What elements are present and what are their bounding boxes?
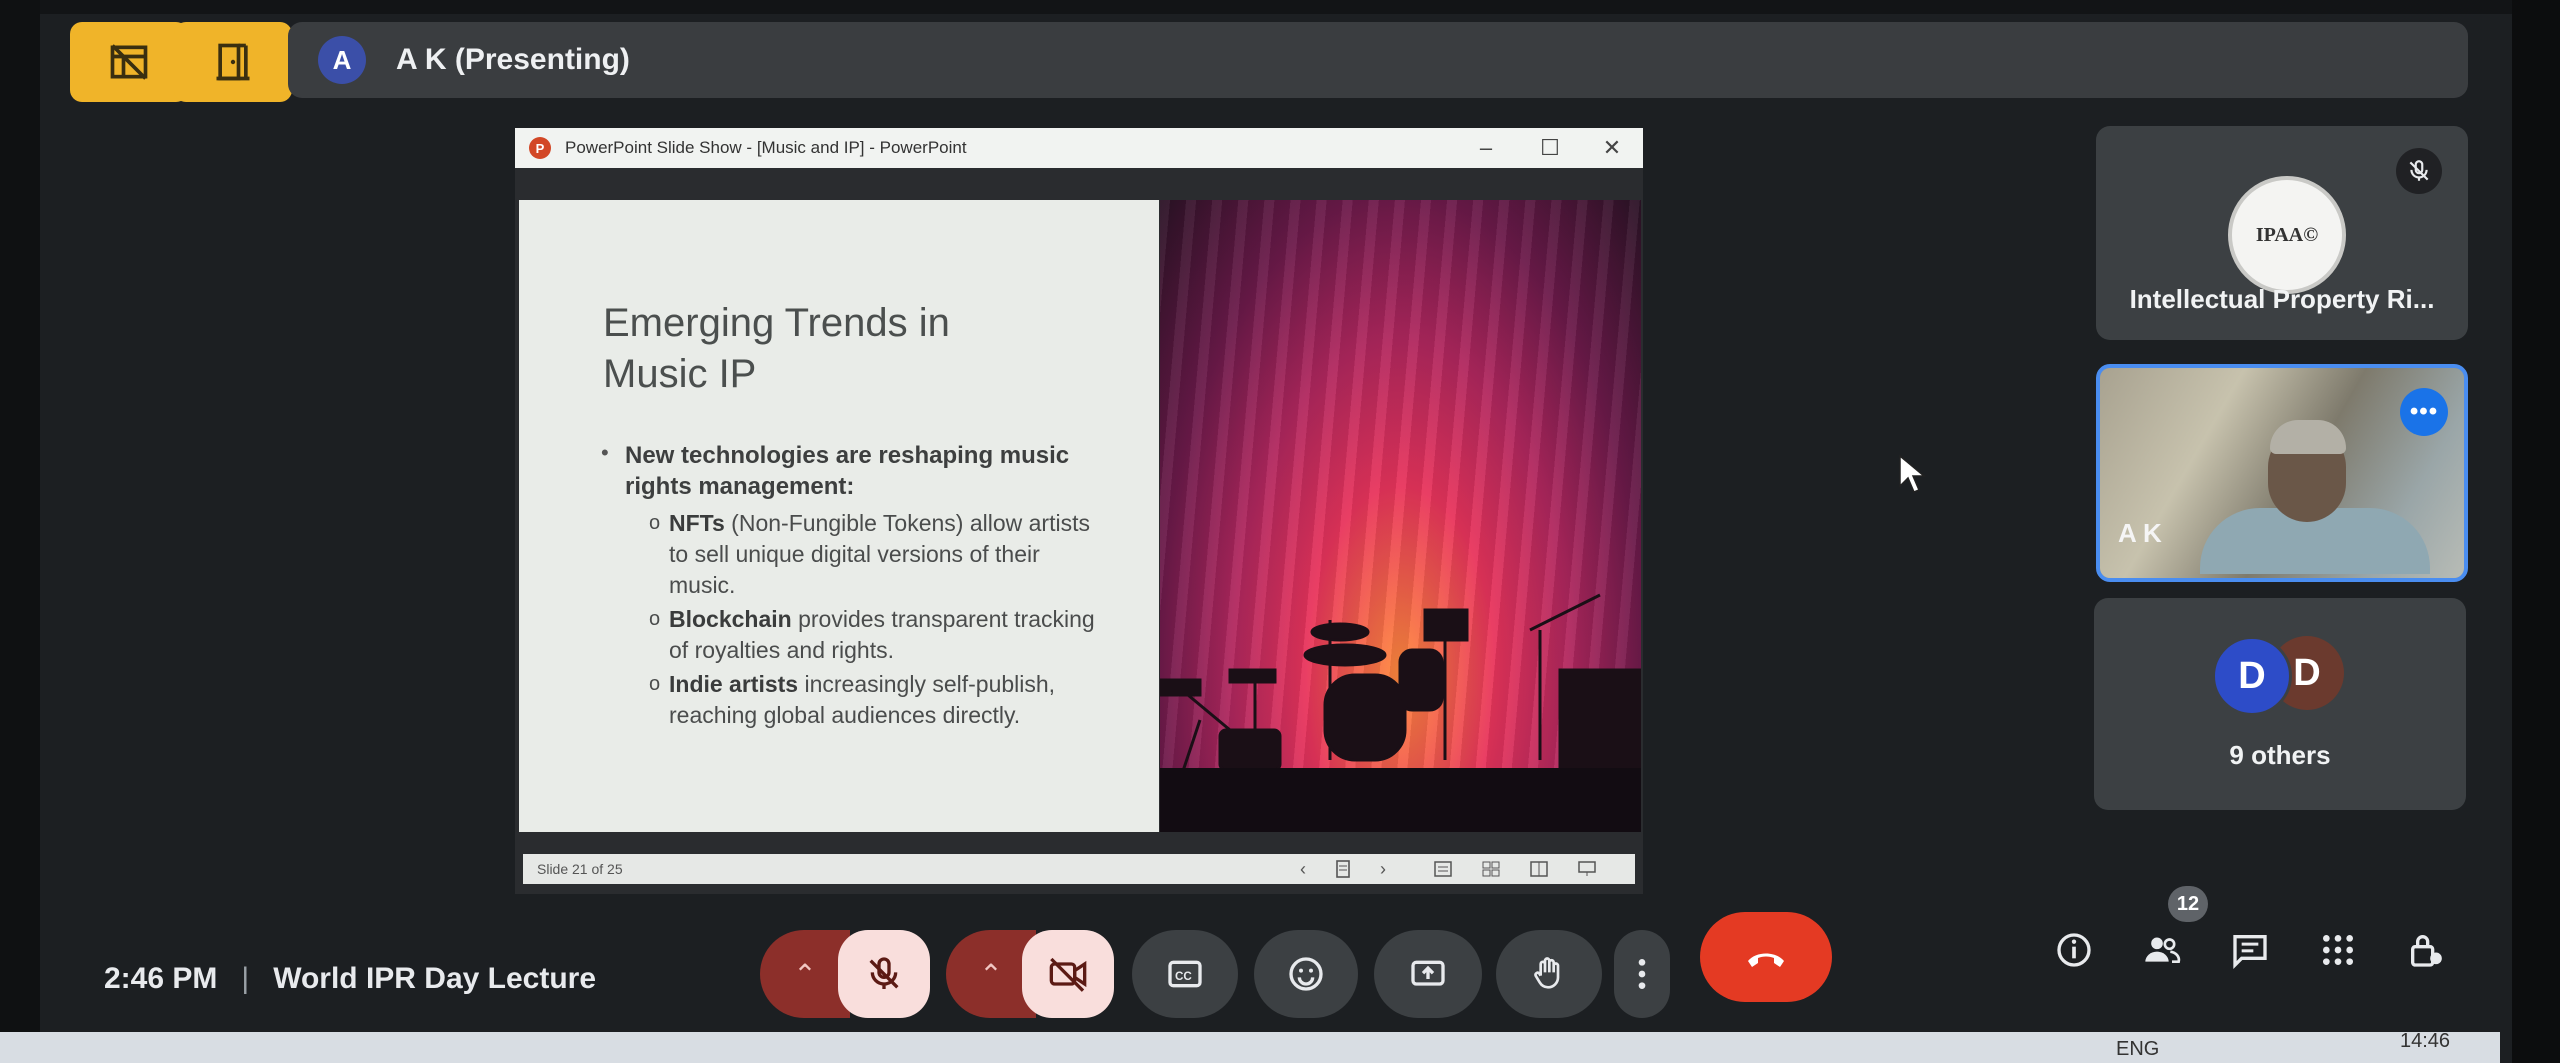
taskbar-clock[interactable]: 14:46 (2400, 1030, 2450, 1053)
participant-tile-organization[interactable]: IPAA© Intellectual Property Ri... (2096, 126, 2468, 340)
mic-muted-badge (2396, 148, 2442, 194)
sub-bullet-bold: NFTs (669, 510, 725, 536)
sub-bullet-bold: Indie artists (669, 671, 799, 697)
sub-bullet-bold: Blockchain (669, 606, 792, 632)
monitor-bezel-right (2512, 0, 2560, 1063)
main-bullet: New technologies are reshaping music rig… (625, 442, 1070, 500)
slide-sorter-button[interactable] (1471, 854, 1511, 884)
raise-hand-icon (1534, 957, 1560, 989)
hang-up-icon (1748, 953, 1784, 967)
door-exit-icon (216, 43, 250, 81)
slide-concert-image (1160, 200, 1641, 832)
emoji-icon (1289, 957, 1323, 991)
mic-off-icon (2409, 160, 2429, 181)
layout-off-button[interactable] (70, 22, 188, 102)
close-button[interactable]: ✕ (1583, 128, 1641, 168)
camera-off-icon (1049, 957, 1087, 992)
slide-text-panel: Emerging Trends in Music IP • New techno… (519, 200, 1159, 832)
monitor-bezel-top (0, 0, 2560, 14)
meeting-title: World IPR Day Lecture (273, 962, 597, 995)
people-icon (2145, 937, 2181, 963)
more-options-menu-button[interactable] (1614, 930, 1670, 1018)
reading-view-icon (1530, 861, 1548, 877)
powerpoint-logo-icon: P (529, 137, 551, 159)
raise-hand-button[interactable] (1496, 930, 1602, 1018)
microphone-toggle-button[interactable] (838, 930, 930, 1018)
participant-name: Intellectual Property Ri... (2129, 284, 2435, 314)
separator: | (241, 962, 250, 995)
current-time: 2:46 PM (104, 962, 218, 995)
info-icon (2057, 933, 2091, 967)
apps-grid-icon (2323, 935, 2353, 965)
organization-logo: IPAA© (2228, 176, 2346, 294)
present-screen-button[interactable] (1374, 930, 1482, 1018)
slide-menu-button[interactable] (1323, 854, 1363, 884)
sub-bullet-text: (Non-Fungible Tokens) allow artists to s… (669, 510, 1090, 598)
slide-menu-icon (1336, 860, 1350, 878)
participant-tile-speaker[interactable]: ••• A K (2096, 364, 2468, 582)
audio-options-button[interactable]: ⌃ (760, 930, 850, 1018)
slide-sorter-icon (1482, 861, 1500, 877)
maximize-button[interactable]: ☐ (1521, 128, 1579, 168)
participant-count-badge: 12 (2168, 886, 2208, 922)
reading-view-button[interactable] (1519, 854, 1559, 884)
sub-bullet-nfts: o NFTs (Non-Fungible Tokens) allow artist… (649, 510, 1090, 598)
bullet-marker: • (601, 440, 609, 465)
drum-kit-silhouette (1160, 593, 1641, 781)
sub-bullet-list: o NFTs (Non-Fungible Tokens) allow artist… (649, 508, 1109, 734)
slide-title-line1: Emerging Trends in (603, 301, 950, 345)
meeting-info: 2:46 PM | World IPR Day Lecture (104, 962, 596, 996)
people-button[interactable] (2138, 926, 2186, 974)
camera-toggle-button[interactable] (1022, 930, 1114, 1018)
activities-button[interactable] (2314, 926, 2362, 974)
previous-slide-button[interactable]: ‹ (1283, 854, 1323, 884)
participant-avatar: D (2212, 636, 2292, 716)
presenter-bar: A A K (Presenting) (288, 22, 2468, 98)
powerpoint-titlebar: P PowerPoint Slide Show - [Music and IP]… (515, 128, 1643, 168)
speaker-person-cap (2270, 420, 2346, 454)
participant-tile-others[interactable]: D D 9 others (2094, 598, 2466, 810)
meeting-details-button[interactable] (2050, 926, 2098, 974)
present-screen-icon (1411, 960, 1445, 986)
host-controls-button[interactable] (2402, 926, 2450, 974)
door-exit-button[interactable] (174, 22, 292, 102)
slide-title-line2: Music IP (603, 352, 757, 396)
presenter-avatar: A (318, 36, 366, 84)
sub-bullet-blockchain: o Blockchain provides transparent trackin… (649, 606, 1095, 663)
next-slide-button[interactable]: › (1363, 854, 1403, 884)
slideshow-view-icon (1578, 861, 1596, 876)
chat-button[interactable] (2226, 926, 2274, 974)
slide-counter: Slide 21 of 25 (537, 861, 623, 877)
stage-floor (1160, 768, 1641, 832)
slideshow-status-bar: Slide 21 of 25 ‹ › (523, 854, 1635, 884)
others-count: 9 others (2229, 740, 2331, 770)
presenter-name: A K (Presenting) (396, 43, 630, 76)
more-options-button[interactable]: ••• (2400, 388, 2448, 436)
normal-view-button[interactable] (1423, 854, 1463, 884)
closed-captions-icon: CC (1168, 960, 1202, 988)
participant-name: A K (2118, 518, 2162, 548)
more-vert-icon (1638, 959, 1646, 989)
monitor-bezel-left (0, 0, 40, 1063)
layout-off-icon (110, 44, 148, 80)
normal-view-icon (1434, 861, 1452, 877)
mouse-cursor-icon (1899, 454, 1927, 493)
svg-text:CC: CC (1175, 970, 1192, 983)
chat-icon (2233, 935, 2267, 970)
reactions-button[interactable] (1254, 930, 1358, 1018)
lock-person-icon (2411, 935, 2442, 967)
sub-bullet-indie-artists: o Indie artists increasingly self-publish… (649, 671, 1056, 728)
minimize-button[interactable]: – (1457, 128, 1515, 168)
leave-call-button[interactable] (1700, 912, 1832, 1002)
powerpoint-window: P PowerPoint Slide Show - [Music and IP]… (515, 128, 1643, 894)
taskbar-language[interactable]: ENG (2116, 1038, 2159, 1061)
captions-button[interactable]: CC (1132, 930, 1238, 1018)
window-title: PowerPoint Slide Show - [Music and IP] -… (565, 138, 967, 157)
slideshow-view-button[interactable] (1567, 854, 1607, 884)
mic-off-icon (869, 957, 899, 989)
slide-title: Emerging Trends in Music IP (603, 298, 1083, 400)
